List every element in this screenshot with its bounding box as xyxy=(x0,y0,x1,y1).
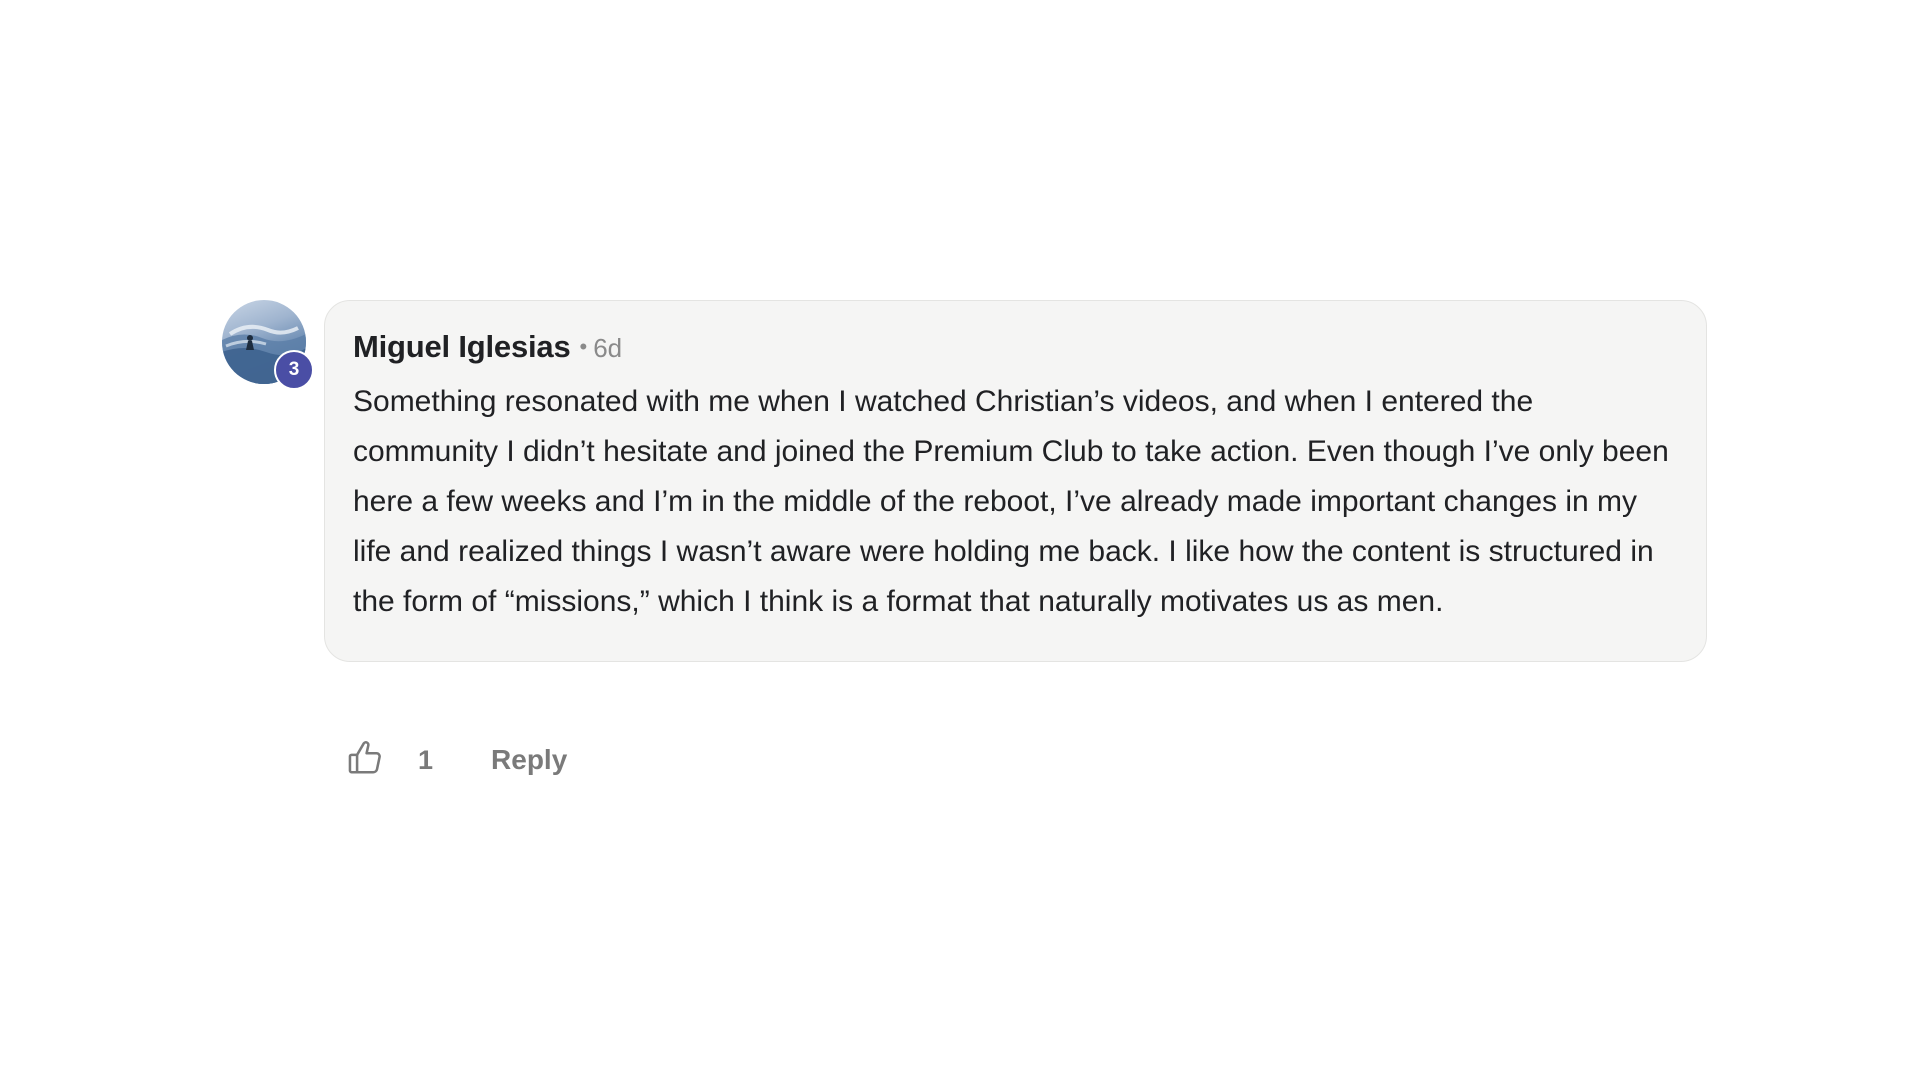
like-count: 1 xyxy=(418,744,434,775)
comment-meta: Miguel Iglesias • 6d xyxy=(353,329,1678,365)
level-badge: 3 xyxy=(274,350,314,390)
comment-text: Something resonated with me when I watch… xyxy=(353,385,1669,618)
reply-button[interactable]: Reply xyxy=(491,744,567,776)
comment-bubble: Miguel Iglesias • 6d Something resonated… xyxy=(324,300,1707,662)
author-name[interactable]: Miguel Iglesias xyxy=(353,329,571,365)
comment-actions: 1 Reply xyxy=(346,735,567,785)
comment-timestamp: 6d xyxy=(593,333,623,363)
like-button[interactable] xyxy=(346,739,384,782)
meta-separator: • xyxy=(579,334,588,359)
avatar-wrap[interactable]: 3 xyxy=(222,300,314,390)
thumbs-up-icon[interactable] xyxy=(346,739,384,782)
